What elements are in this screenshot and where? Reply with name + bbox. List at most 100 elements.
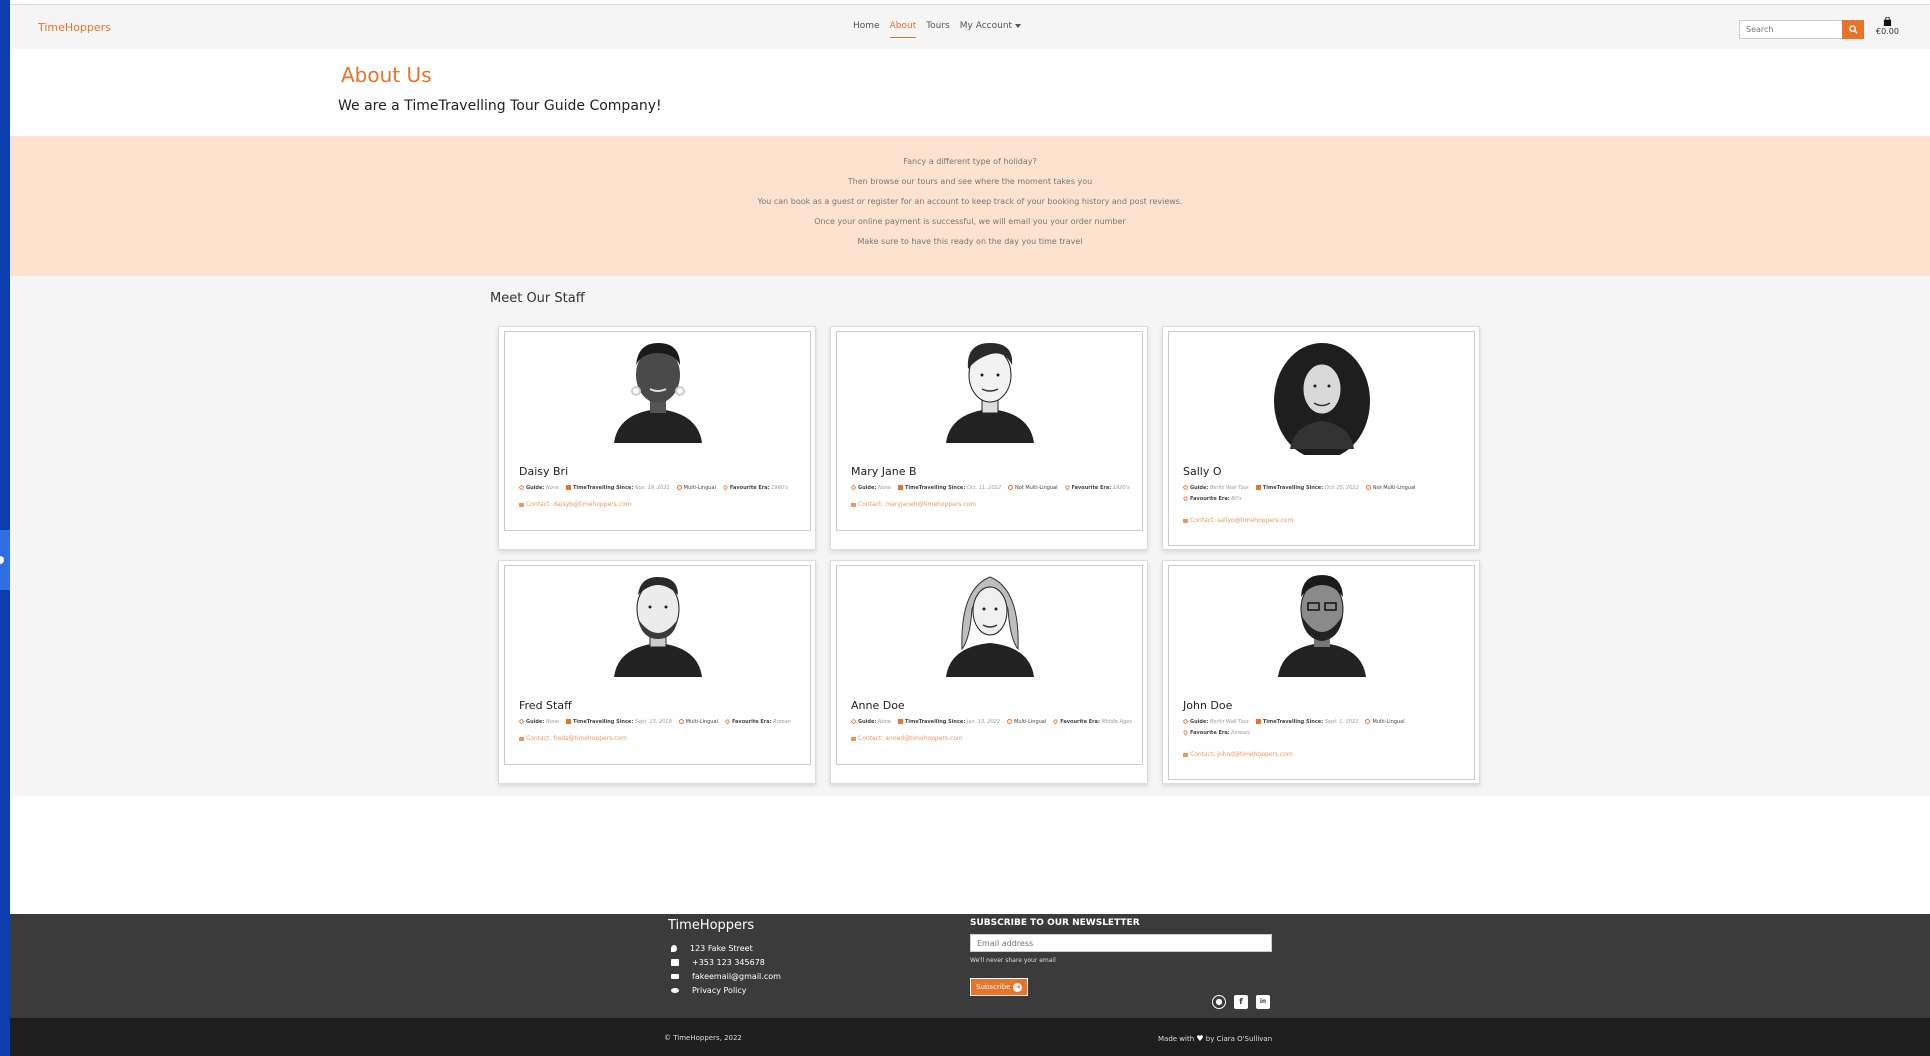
staff-contact-link[interactable]: Contact: johnd@timehoppers.com <box>1183 751 1293 758</box>
staff-name: Fred Staff <box>519 699 572 712</box>
subscribe-button[interactable]: Subscribe ➔ <box>970 978 1029 996</box>
info-line: Then browse our tours and see where the … <box>847 177 1093 186</box>
calendar-icon <box>898 485 903 490</box>
era-label: Favourite Era: <box>1071 485 1112 491</box>
github-icon[interactable]: ● <box>1212 995 1226 1009</box>
guide-label: Guide: <box>1190 485 1209 491</box>
contact-email: anned@timehoppers.com <box>885 735 963 742</box>
footer-phone: +353 123 345678 <box>668 955 781 969</box>
map-pin-icon <box>671 944 677 952</box>
staff-name: Anne Doe <box>851 699 905 712</box>
language-icon <box>1008 485 1014 490</box>
contact-prefix: Contact: <box>526 735 552 742</box>
newsletter-email-input[interactable] <box>970 934 1272 952</box>
staff-section: Meet Our Staff Daisy Bri Guide: None Tim… <box>10 276 1930 796</box>
heart-icon <box>1064 484 1070 491</box>
lingual-value: Multi-Lingual <box>685 719 718 725</box>
staff-contact-link[interactable]: Contact: freds@timehoppers.com <box>519 735 627 742</box>
shopping-bag-icon <box>1883 17 1892 26</box>
staff-meta: Guide: Berlin Wall Tour TimeTravelling S… <box>1182 718 1468 738</box>
star-icon <box>1182 718 1189 725</box>
era-label: Favourite Era: <box>729 485 770 491</box>
guide-value: None <box>545 719 559 725</box>
nav-home[interactable]: Home <box>853 21 880 38</box>
footer-privacy-text: Privacy Policy <box>692 985 747 995</box>
since-label: TimeTravelling Since: <box>905 719 966 725</box>
footer-email[interactable]: fakeemail@gmail.com <box>668 969 781 983</box>
staff-contact-link[interactable]: Contact: daisyb@timehoppers.com <box>519 501 632 508</box>
side-tab[interactable] <box>0 530 10 590</box>
bag-total: €0.00 <box>1876 27 1899 36</box>
search-button[interactable] <box>1842 20 1864 39</box>
since-value: Nov. 19, 2021 <box>634 485 670 491</box>
page: TimeHoppers Home About Tours My Account … <box>10 0 1930 1056</box>
guide-label: Guide: <box>526 485 545 491</box>
staff-card: Mary Jane B Guide: None TimeTravelling S… <box>830 326 1148 550</box>
nav-tours[interactable]: Tours <box>926 21 950 38</box>
staff-card-inner: Daisy Bri Guide: None TimeTravelling Sin… <box>504 331 811 531</box>
footer: TimeHoppers 123 Fake Street +353 123 345… <box>10 914 1930 1018</box>
footer-contact-list: 123 Fake Street +353 123 345678 fakeemai… <box>668 941 781 997</box>
star-icon <box>850 718 857 725</box>
search-icon <box>1848 25 1858 34</box>
calendar-icon <box>1255 719 1261 724</box>
lingual-value: Not Multi-Lingual <box>1372 485 1416 491</box>
nav-about[interactable]: About <box>889 21 917 38</box>
era-label: Favourite Era: <box>1190 730 1230 736</box>
since-value: Sept. 13, 2019 <box>634 719 672 725</box>
navbar: TimeHoppers Home About Tours My Account … <box>10 4 1930 49</box>
search-form <box>1739 20 1864 39</box>
star-icon <box>518 484 525 491</box>
era-value: 80's <box>1231 496 1242 502</box>
staff-contact-link[interactable]: Contact: maryjaneb@timehoppers.com <box>851 501 976 508</box>
era-label: Favourite Era: <box>1190 496 1230 502</box>
facebook-icon[interactable]: f <box>1234 995 1248 1009</box>
phone-icon <box>671 958 679 966</box>
heart-icon <box>722 484 729 491</box>
era-label: Favourite Era: <box>731 719 772 725</box>
since-value: Sept. 1, 2022 <box>1324 719 1359 725</box>
heart-icon: ♥ <box>1196 1034 1204 1043</box>
linkedin-icon[interactable]: in <box>1256 995 1270 1009</box>
language-icon <box>1365 485 1371 490</box>
info-line: You can book as a guest or register for … <box>757 197 1183 206</box>
star-icon <box>850 484 857 491</box>
shopping-bag[interactable]: €0.00 <box>1876 17 1899 36</box>
newsletter-title: SUBSCRIBE TO OUR NEWSLETTER <box>970 918 1140 928</box>
staff-portrait-image <box>945 576 1034 677</box>
staff-contact-link[interactable]: Contact: anned@timehoppers.com <box>851 735 963 742</box>
staff-card-inner: John Doe Guide: Berlin Wall Tour TimeTra… <box>1168 565 1475 780</box>
nav-my-account[interactable]: My Account <box>960 21 1022 38</box>
info-band: Fancy a different type of holiday? Then … <box>10 136 1930 276</box>
guide-label: Guide: <box>526 719 545 725</box>
staff-meta: Guide: None TimeTravelling Since: Oct. 1… <box>850 484 1136 493</box>
staff-portrait-image <box>1277 575 1366 677</box>
staff-meta: Guide: Berlin Wall Tour TimeTravelling S… <box>1182 484 1468 504</box>
social-links: ● f in <box>1212 995 1270 1009</box>
staff-name: John Doe <box>1183 699 1233 712</box>
search-input[interactable] <box>1739 20 1842 39</box>
footer-address: 123 Fake Street <box>668 941 781 955</box>
calendar-icon <box>898 719 903 724</box>
calendar-icon <box>1255 485 1261 490</box>
left-edge-strip <box>0 0 10 1056</box>
staff-contact-link[interactable]: Contact: sallyo@timehoppers.com <box>1183 517 1293 524</box>
language-icon <box>678 719 684 724</box>
since-value: Jan. 13, 2022 <box>966 719 1001 725</box>
since-label: TimeTravelling Since: <box>1262 719 1324 725</box>
since-label: TimeTravelling Since: <box>573 719 634 725</box>
era-value: 1920's <box>1112 485 1130 491</box>
staff-card-inner: Anne Doe Guide: None TimeTravelling Sinc… <box>836 565 1143 765</box>
footer-privacy-link[interactable]: Privacy Policy <box>668 983 781 997</box>
staff-name: Sally O <box>1183 465 1222 478</box>
lingual-value: Multi-Lingual <box>1014 719 1047 725</box>
since-value: Oct. 25, 2022 <box>1324 485 1359 491</box>
heart-icon <box>1182 729 1189 736</box>
brand-logo[interactable]: TimeHoppers <box>38 21 111 34</box>
heart-icon <box>724 718 731 725</box>
star-icon <box>1182 484 1189 491</box>
envelope-icon <box>519 503 524 507</box>
contact-prefix: Contact: <box>858 501 884 508</box>
lingual-value: Not Multi-Lingual <box>1015 485 1058 491</box>
calendar-icon <box>566 719 571 724</box>
